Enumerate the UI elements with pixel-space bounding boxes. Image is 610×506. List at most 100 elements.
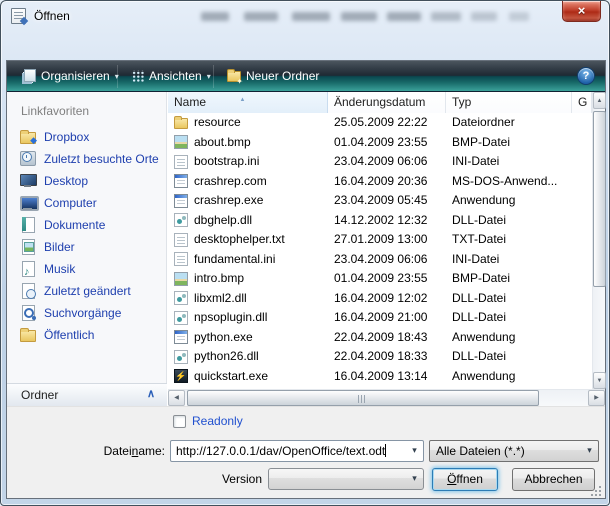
sidebar-item-offentlich[interactable]: Öffentlich <box>7 324 167 346</box>
toolbar-separator <box>117 65 118 88</box>
version-dropdown-button[interactable]: ▾ <box>406 469 423 489</box>
quickstart-file-icon: ⚡ <box>174 369 188 383</box>
recent-places-icon <box>20 151 36 166</box>
dll-file-icon <box>174 350 188 364</box>
sidebar-item-zuletzt-geandert[interactable]: Zuletzt geändert <box>7 280 167 302</box>
file-type-cell: INI-Datei <box>446 250 572 270</box>
scroll-right-icon: ▶ <box>594 395 599 401</box>
sidebar-header: Linkfavoriten <box>21 104 89 118</box>
version-select[interactable]: ▾ <box>268 468 424 490</box>
resize-grip[interactable] <box>591 486 601 496</box>
dialog-icon <box>11 8 26 24</box>
music-icon: ♪ <box>20 261 36 276</box>
scroll-down-icon: ▼ <box>597 378 603 384</box>
image-file-icon <box>174 272 188 286</box>
sidebar-item-dropbox[interactable]: Dropbox <box>7 126 167 148</box>
file-row[interactable]: ⚡quickstart.exe16.04.2009 13:14Anwendung <box>168 367 592 387</box>
file-name-cell: fundamental.ini <box>168 250 328 270</box>
close-button[interactable]: × <box>562 1 601 22</box>
desktop-icon <box>20 173 36 188</box>
file-type-cell: MS-DOS-Anwend... <box>446 172 572 192</box>
filetype-dropdown-button[interactable]: ▾ <box>581 441 598 461</box>
file-name-cell: about.bmp <box>168 133 328 153</box>
file-row[interactable]: crashrep.com16.04.2009 20:36MS-DOS-Anwen… <box>168 172 592 192</box>
searches-icon <box>20 305 36 320</box>
file-type-cell: DLL-Datei <box>446 347 572 367</box>
column-header-g[interactable]: G <box>572 92 592 113</box>
file-type-cell: DLL-Datei <box>446 289 572 309</box>
organize-label: Organisieren <box>41 69 110 83</box>
vertical-scrollbar[interactable]: ▲ ▼ <box>592 92 605 389</box>
scroll-down-button[interactable]: ▼ <box>593 372 606 389</box>
file-date-cell: 22.04.2009 18:43 <box>328 328 446 348</box>
computer-icon <box>20 195 36 210</box>
horizontal-scrollbar-thumb[interactable] <box>187 390 539 406</box>
file-row[interactable]: npsoplugin.dll16.04.2009 21:00DLL-Datei <box>168 308 592 328</box>
column-header-typ[interactable]: Typ <box>446 92 572 113</box>
file-rows: resource25.05.2009 22:22Dateiordnerabout… <box>168 113 592 387</box>
file-row[interactable]: python26.dll22.04.2009 18:33DLL-Datei <box>168 347 592 367</box>
file-row[interactable]: libxml2.dll16.04.2009 12:02DLL-Datei <box>168 289 592 309</box>
chevron-down-icon: ▾ <box>207 72 211 81</box>
favorites-sidebar: Linkfavoriten DropboxZuletzt besuchte Or… <box>7 92 167 406</box>
open-button[interactable]: Öffnen <box>432 468 498 491</box>
help-button[interactable]: ? <box>577 67 595 85</box>
filetype-select[interactable]: Alle Dateien (*.*) ▾ <box>429 440 599 462</box>
file-row[interactable]: about.bmp01.04.2009 23:55BMP-Datei <box>168 133 592 153</box>
file-date-cell: 16.04.2009 13:14 <box>328 367 446 387</box>
file-row[interactable]: intro.bmp01.04.2009 23:55BMP-Datei <box>168 269 592 289</box>
file-name-cell: crashrep.exe <box>168 191 328 211</box>
sidebar-item-label: Computer <box>44 196 97 210</box>
new-folder-button[interactable]: Neuer Ordner <box>219 61 332 92</box>
file-row[interactable]: python.exe22.04.2009 18:43Anwendung <box>168 328 592 348</box>
column-header-name[interactable]: ▲Name <box>168 92 328 113</box>
chevron-down-icon: ▾ <box>587 445 592 455</box>
sidebar-item-desktop[interactable]: Desktop <box>7 170 167 192</box>
views-label: Ansichten <box>149 69 202 83</box>
filename-value: http://127.0.0.1/dav/OpenOffice/text.odt <box>176 444 385 458</box>
file-row[interactable]: dbghelp.dll14.12.2002 12:32DLL-Datei <box>168 211 592 231</box>
sidebar-item-musik[interactable]: ♪Musik <box>7 258 167 280</box>
file-date-cell: 14.12.2002 12:32 <box>328 211 446 231</box>
folders-expander[interactable]: Ordner ∧ <box>7 383 167 406</box>
chevron-up-icon: ∧ <box>147 387 155 400</box>
views-button[interactable]: Ansichten ▾ <box>123 61 219 92</box>
file-list: ▲NameÄnderungsdatumTypG resource25.05.20… <box>168 92 605 406</box>
file-date-cell: 22.04.2009 18:33 <box>328 347 446 367</box>
file-row[interactable]: desktophelper.txt27.01.2009 13:00TXT-Dat… <box>168 230 592 250</box>
organize-button[interactable]: Organisieren▾ <box>13 61 127 92</box>
file-row[interactable]: fundamental.ini23.04.2009 06:06INI-Datei <box>168 250 592 270</box>
documents-icon <box>20 217 36 232</box>
folders-label: Ordner <box>21 388 58 402</box>
recent-changed-icon <box>20 283 36 298</box>
vertical-scrollbar-thumb[interactable] <box>593 111 606 287</box>
file-type-cell: INI-Datei <box>446 152 572 172</box>
sidebar-item-zuletzt-besuchte-orte[interactable]: Zuletzt besuchte Orte <box>7 148 167 170</box>
public-icon <box>20 330 36 342</box>
sidebar-item-bilder[interactable]: Bilder <box>7 236 167 258</box>
help-icon: ? <box>583 70 590 82</box>
sidebar-item-computer[interactable]: Computer <box>7 192 167 214</box>
file-row[interactable]: resource25.05.2009 22:22Dateiordner <box>168 113 592 133</box>
filename-dropdown-button[interactable]: ▾ <box>406 441 423 461</box>
file-name-cell: python.exe <box>168 328 328 348</box>
sidebar-item-dokumente[interactable]: Dokumente <box>7 214 167 236</box>
toolbar-separator <box>213 65 214 88</box>
file-type-cell: TXT-Datei <box>446 230 572 250</box>
filetype-value: Alle Dateien (*.*) <box>436 444 525 458</box>
column-header-anderungsdatum[interactable]: Änderungsdatum <box>328 92 446 113</box>
title-bar[interactable]: Öffnen × <box>1 1 609 31</box>
scroll-left-button[interactable]: ◀ <box>168 390 185 406</box>
file-date-cell: 01.04.2009 23:55 <box>328 133 446 153</box>
scroll-right-button[interactable]: ▶ <box>588 390 605 406</box>
scroll-up-button[interactable]: ▲ <box>593 92 606 109</box>
file-row[interactable]: bootstrap.ini23.04.2009 06:06INI-Datei <box>168 152 592 172</box>
cancel-button[interactable]: Abbrechen <box>512 468 595 491</box>
horizontal-scrollbar[interactable]: ◀ ▶ <box>168 389 605 406</box>
sidebar-item-suchvorgange[interactable]: Suchvorgänge <box>7 302 167 324</box>
readonly-checkbox[interactable] <box>173 415 186 428</box>
filename-input[interactable]: http://127.0.0.1/dav/OpenOffice/text.odt… <box>170 440 424 462</box>
file-row[interactable]: crashrep.exe23.04.2009 05:45Anwendung <box>168 191 592 211</box>
text-file-icon <box>174 155 188 169</box>
scroll-left-icon: ◀ <box>174 395 179 401</box>
